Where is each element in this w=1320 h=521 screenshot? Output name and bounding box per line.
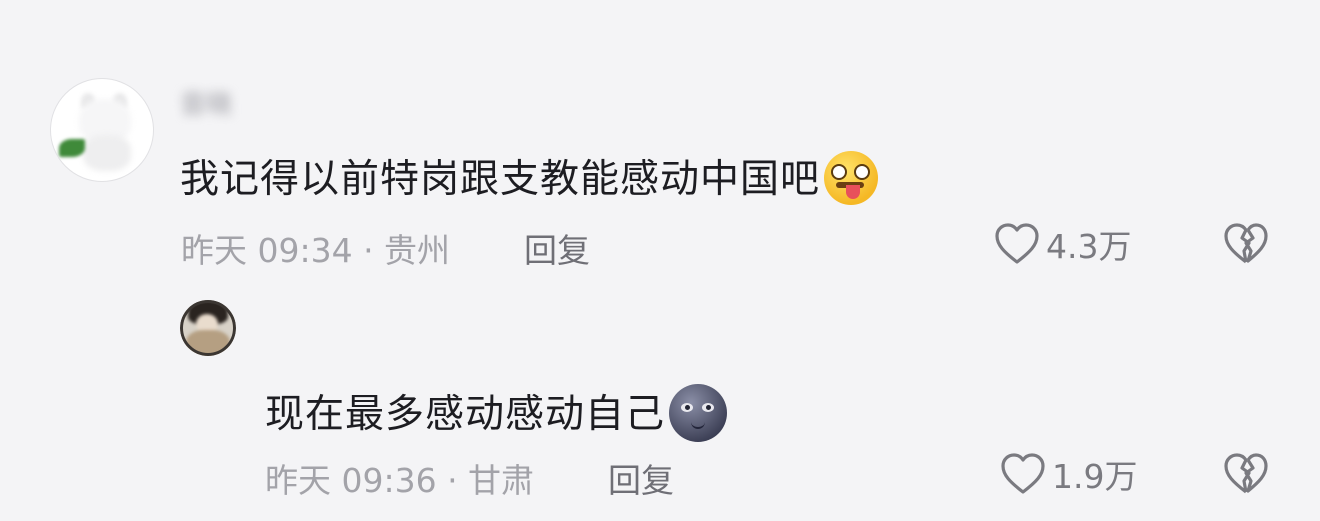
like-count: 4.3万 [1046,227,1132,266]
emoji-eye [702,402,715,412]
broken-heart-icon [1224,453,1268,494]
avatar[interactable] [50,78,154,182]
dislike-button[interactable] [1222,221,1270,269]
emoji-pupil [706,404,712,410]
comment-text: 现在最多感动感动自己 [265,383,728,446]
heart-outline-icon [995,223,1039,264]
dislike-button[interactable] [1222,451,1270,499]
avatar-ring [180,300,236,356]
crazy-face-emoji-icon [824,150,879,205]
comment-time-location: 昨天 09:36 · 甘肃 [265,461,535,500]
emoji-eye [831,163,848,180]
new-moon-face-emoji-icon [669,383,728,442]
like-button[interactable]: 1.9万 [1000,450,1137,498]
avatar[interactable] [180,300,236,356]
comment-text-content: 我记得以前特岗跟支教能感动中国吧 [180,157,821,202]
comment-text: 我记得以前特岗跟支教能感动中国吧 [180,148,879,209]
emoji-eye [854,163,871,180]
avatar-leaf [59,139,85,157]
comment-time-location: 昨天 09:34 · 贵州 [181,231,451,270]
emoji-pupil [685,404,691,410]
username[interactable]: 音晓 [180,84,232,121]
reply-button[interactable]: 回复 [608,454,674,502]
avatar-cat-body [83,135,131,171]
like-count: 1.9万 [1052,457,1138,496]
heart-outline-icon [1001,453,1045,494]
like-button[interactable]: 4.3万 [994,220,1131,268]
emoji-tongue [846,184,861,199]
emoji-eye [681,402,694,412]
emoji-mouth [691,422,706,429]
reply-button[interactable]: 回复 [524,224,590,272]
broken-heart-icon [1224,223,1268,264]
comment-text-content: 现在最多感动感动自己 [265,392,666,437]
